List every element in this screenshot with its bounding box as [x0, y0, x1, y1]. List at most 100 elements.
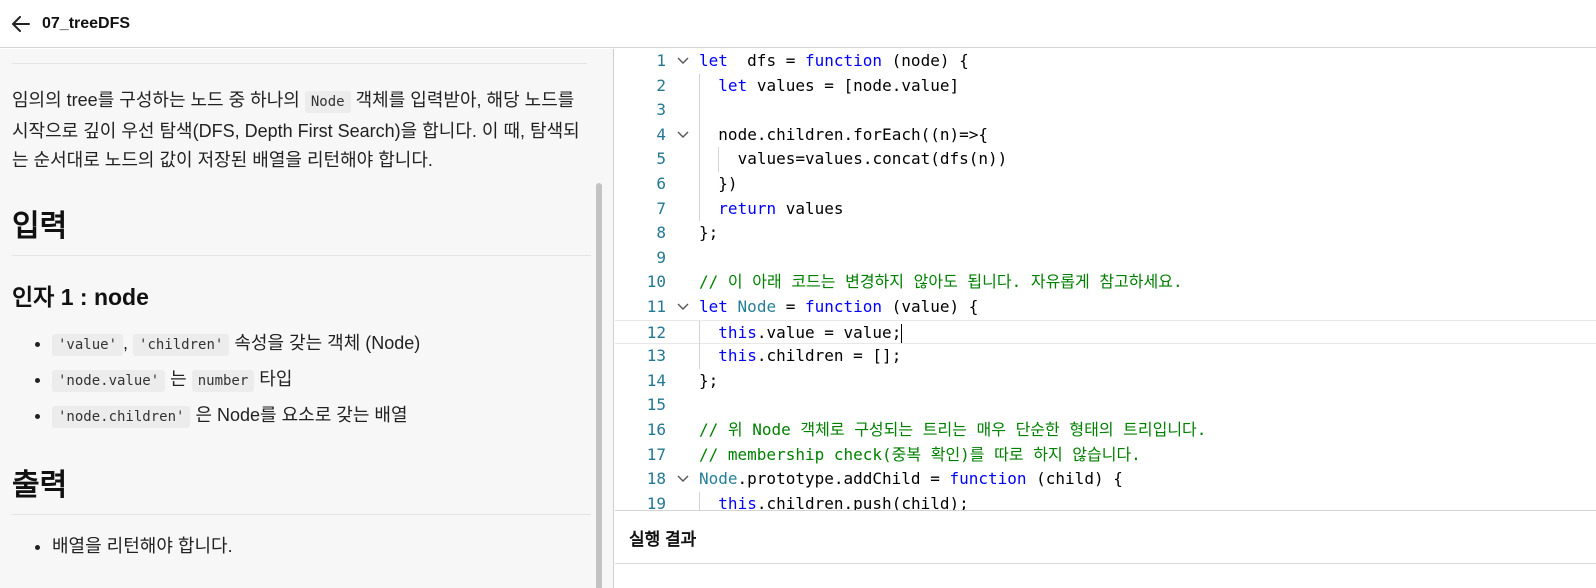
code-text: // 이 아래 코드는 변경하지 않아도 됩니다. 자유롭게 참고하세요.: [699, 270, 1183, 295]
fold-chevron-icon[interactable]: [676, 467, 690, 491]
line-number: 16: [646, 420, 666, 439]
indent-guide: [699, 491, 700, 510]
line-number: 10: [646, 272, 666, 292]
code-token: // 이 아래 코드는 변경하지 않아도 됩니다. 자유롭게 참고하세요.: [699, 272, 1183, 292]
code-token: .children = [];: [756, 346, 902, 366]
line-number: 7: [656, 198, 666, 218]
inline-code: Node: [304, 91, 351, 113]
code-line: 8};: [615, 221, 1596, 246]
code-token: // 위 Node 객체로 구성되는 트리는 매우 단순한 형태의 트리입니다.: [699, 420, 1207, 439]
list-item: 'value', 'children' 속성을 갖는 객체 (Node): [52, 326, 591, 362]
indent-guide: [699, 320, 700, 346]
code-token: this: [718, 322, 757, 342]
back-arrow-icon[interactable]: [10, 13, 32, 35]
code-line: 5 values=values.concat(dfs(n)): [615, 147, 1596, 172]
indent-guide: [699, 73, 700, 99]
code-token: (child) {: [1026, 469, 1123, 489]
result-title: 실행 결과: [629, 530, 697, 549]
code-text: this.children.push(child);: [718, 492, 968, 510]
code-token: Node: [737, 297, 777, 316]
arg-heading: 인자 1 : node: [12, 284, 149, 310]
code-token: node.children.forEach((n)=>{: [718, 124, 989, 144]
code-token: this: [718, 346, 757, 366]
code-line: 15: [615, 393, 1596, 418]
text-cursor: [901, 323, 903, 343]
code-line: 3: [615, 98, 1596, 123]
code-text: values=values.concat(dfs(n)): [738, 147, 1008, 172]
code-text: let dfs = function (node) {: [699, 49, 969, 74]
indent-guide: [699, 196, 700, 222]
inline-code: 'children': [133, 334, 230, 356]
indent-guide: [699, 147, 700, 172]
code-text: this.value = value;: [718, 321, 903, 346]
code-line: 17 // membership check(중복 확인)를 따로 하지 않습니다…: [615, 443, 1596, 468]
indent-guide: [699, 172, 700, 197]
inline-code: 'value': [52, 334, 124, 356]
code-token: .prototype.addChild =: [737, 469, 950, 489]
list-item: 배열을 리턴해야 합니다.: [52, 529, 591, 563]
code-text: };: [699, 221, 718, 246]
indent-guide: [718, 147, 720, 172]
problem-panel: 임의의 tree를 구성하는 노드 중 하나의 Node 객체를 입력받아, 해…: [0, 49, 614, 588]
scrollbar[interactable]: [596, 183, 602, 588]
code-token: dfs =: [727, 51, 805, 70]
fold-chevron-icon[interactable]: [676, 123, 690, 147]
code-text: return values: [718, 197, 843, 222]
line-number: 13: [646, 346, 666, 366]
code-token: (node) {: [882, 51, 969, 70]
code-text: // membership check(중복 확인)를 따로 하지 않습니다.: [699, 443, 1141, 468]
code-line: 9: [615, 246, 1596, 271]
line-number: 18: [646, 469, 666, 489]
divider: [12, 49, 587, 64]
indent-guide: [699, 344, 700, 369]
line-number: 17: [646, 444, 666, 464]
code-token: function: [804, 51, 883, 70]
line-number: 8: [656, 223, 666, 243]
code-token: =: [776, 297, 805, 316]
code-token: }): [718, 174, 738, 193]
code-token: (value) {: [882, 297, 979, 316]
line-number: 15: [646, 395, 666, 415]
code-line: 11 let Node = function (value) {: [615, 295, 1596, 320]
output-list: 배열을 리턴해야 합니다.: [12, 529, 591, 563]
code-token: .children.push(child);: [756, 493, 969, 510]
line-number: 5: [656, 149, 666, 169]
code-token: let: [718, 75, 748, 95]
code-text: node.children.forEach((n)=>{: [718, 123, 988, 148]
problem-description: 임의의 tree를 구성하는 노드 중 하나의 Node 객체를 입력받아, 해…: [12, 90, 580, 170]
list-item: 'node.children' 은 Node를 요소로 갖는 배열: [52, 398, 591, 434]
code-token: function: [949, 469, 1027, 489]
divider: [615, 563, 1596, 564]
code-line: 14};: [615, 369, 1596, 394]
code-line: 4 node.children.forEach((n)=>{: [615, 122, 1596, 148]
code-line: 13 this.children = [];: [615, 344, 1596, 369]
page-title: 07_treeDFS: [42, 14, 131, 32]
list-item: 'node.value' 는 number 타입: [52, 362, 591, 398]
code-line: 18 Node.prototype.addChild = function (ch…: [615, 467, 1596, 492]
fold-chevron-icon[interactable]: [676, 49, 690, 73]
code-token: values = [node.value]: [747, 75, 960, 95]
line-number: 19: [646, 493, 666, 510]
code-token: values: [776, 198, 844, 218]
code-token: let: [699, 297, 728, 316]
code-text: Node.prototype.addChild = function (chil…: [699, 467, 1123, 492]
code-editor[interactable]: 1 let dfs = function (node) {2 let values …: [615, 49, 1596, 510]
input-heading: 입력: [12, 201, 591, 256]
line-number: 6: [656, 174, 666, 193]
code-token: .value = value;: [756, 322, 902, 342]
code-text: let Node = function (value) {: [699, 295, 978, 320]
code-token: };: [699, 223, 719, 243]
code-token: function: [804, 297, 883, 316]
code-text: };: [699, 369, 718, 394]
line-number: 11: [646, 297, 666, 316]
line-number: 4: [656, 124, 666, 144]
line-number: 12: [646, 322, 666, 342]
line-number: 1: [656, 51, 666, 70]
top-bar: 07_treeDFS: [0, 0, 1596, 48]
code-line: 1 let dfs = function (node) {: [615, 49, 1596, 74]
result-panel: 실행 결과: [615, 510, 1596, 588]
fold-chevron-icon[interactable]: [676, 295, 690, 319]
code-line: 12 this.value = value;: [615, 319, 1596, 346]
inline-code: 'node.value': [52, 370, 166, 392]
